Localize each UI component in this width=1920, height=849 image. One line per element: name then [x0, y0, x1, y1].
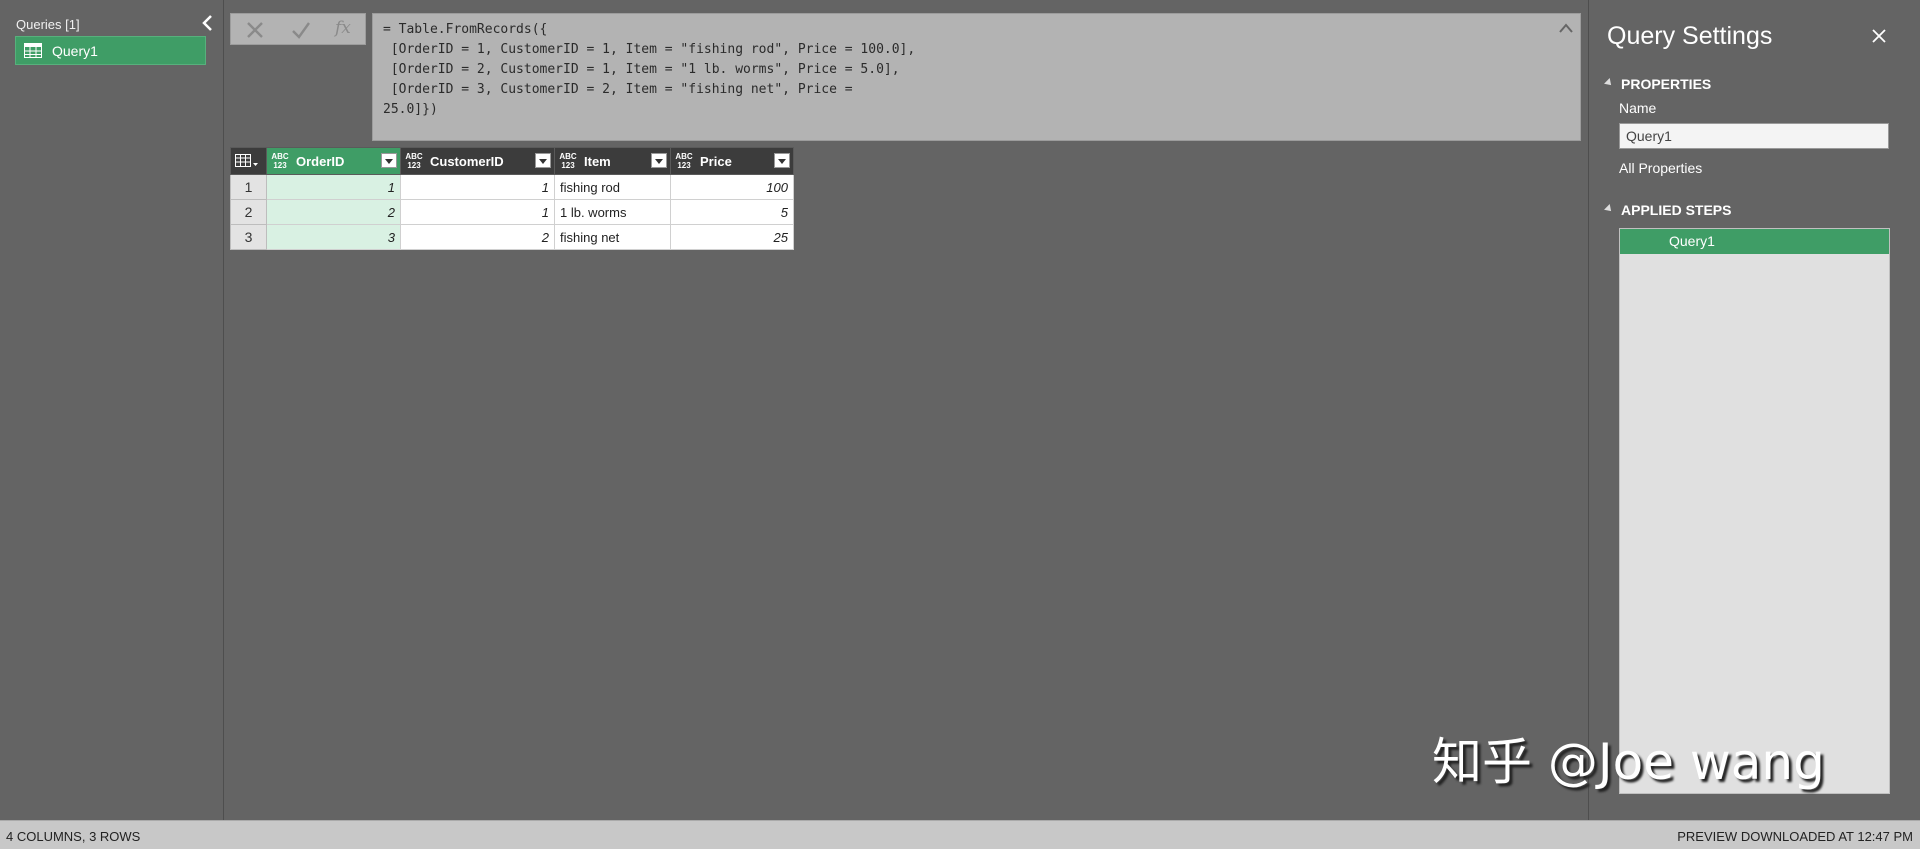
- table-cell[interactable]: 25: [670, 224, 794, 250]
- column-title: Price: [700, 154, 732, 169]
- formula-bar[interactable]: = Table.FromRecords({ [OrderID = 1, Cust…: [372, 13, 1581, 141]
- expand-triangle-icon: [1604, 78, 1614, 89]
- column-header-orderid[interactable]: ABC 123 OrderID: [266, 147, 401, 175]
- column-header-item[interactable]: ABC 123 Item: [554, 147, 671, 175]
- expand-triangle-icon: [1604, 204, 1614, 215]
- cancel-formula-icon[interactable]: [243, 20, 267, 40]
- filter-dropdown-icon[interactable]: [774, 153, 790, 168]
- formula-text[interactable]: = Table.FromRecords({ [OrderID = 1, Cust…: [383, 20, 915, 120]
- query-item-label: Query1: [52, 43, 98, 59]
- table-cell[interactable]: 3: [266, 224, 401, 250]
- table-menu-icon: [235, 154, 258, 167]
- watermark: 知乎 @Joe wang: [1432, 733, 1825, 791]
- any-type-icon[interactable]: ABC 123: [404, 152, 424, 170]
- properties-section-header[interactable]: PROPERTIES: [1604, 76, 1711, 92]
- table-cell[interactable]: 1: [400, 199, 555, 225]
- column-header-customerid[interactable]: ABC 123 CustomerID: [400, 147, 555, 175]
- all-properties-link[interactable]: All Properties: [1619, 160, 1702, 176]
- column-header-price[interactable]: ABC 123 Price: [670, 147, 794, 175]
- column-title: Item: [584, 154, 611, 169]
- table-icon: [24, 43, 42, 58]
- applied-step-label: Query1: [1669, 233, 1715, 249]
- status-bar: 4 COLUMNS, 3 ROWS PREVIEW DOWNLOADED AT …: [0, 820, 1920, 849]
- insert-function-button[interactable]: fx: [335, 18, 351, 38]
- filter-dropdown-icon[interactable]: [535, 153, 551, 168]
- query-item-query1[interactable]: Query1: [15, 36, 206, 65]
- chevron-up-icon[interactable]: [1558, 22, 1574, 34]
- applied-step-item[interactable]: Query1: [1620, 229, 1889, 254]
- table-row: 1 1 1 fishing rod 100: [230, 174, 794, 200]
- queries-pane: Queries [1] Query1: [0, 0, 224, 820]
- query-name-input[interactable]: [1619, 123, 1889, 149]
- queries-header: Queries [1]: [16, 17, 80, 32]
- status-preview-time: PREVIEW DOWNLOADED AT 12:47 PM: [1677, 829, 1913, 844]
- table-cell[interactable]: fishing rod: [554, 174, 671, 200]
- collapse-pane-icon[interactable]: [200, 14, 216, 32]
- close-icon[interactable]: [1871, 28, 1887, 44]
- table-cell[interactable]: 1: [266, 174, 401, 200]
- table-cell[interactable]: 2: [266, 199, 401, 225]
- table-menu-button[interactable]: [230, 147, 267, 175]
- applied-steps-section-header[interactable]: APPLIED STEPS: [1604, 202, 1731, 218]
- commit-formula-icon[interactable]: [289, 20, 313, 40]
- query-settings-pane: Query Settings PROPERTIES Name All Prope…: [1588, 0, 1920, 820]
- table-cell[interactable]: 2: [400, 224, 555, 250]
- table-row: 3 3 2 fishing net 25: [230, 224, 794, 250]
- settings-title: Query Settings: [1607, 22, 1773, 50]
- row-number[interactable]: 1: [230, 174, 267, 200]
- table-cell[interactable]: 5: [670, 199, 794, 225]
- table-cell[interactable]: 1 lb. worms: [554, 199, 671, 225]
- filter-dropdown-icon[interactable]: [381, 153, 397, 168]
- table-cell[interactable]: 100: [670, 174, 794, 200]
- row-number[interactable]: 3: [230, 224, 267, 250]
- table-cell[interactable]: fishing net: [554, 224, 671, 250]
- formula-controls: fx: [230, 13, 366, 45]
- table-cell[interactable]: 1: [400, 174, 555, 200]
- any-type-icon[interactable]: ABC 123: [558, 152, 578, 170]
- table-row: 2 2 1 1 lb. worms 5: [230, 199, 794, 225]
- filter-dropdown-icon[interactable]: [651, 153, 667, 168]
- any-type-icon[interactable]: ABC 123: [674, 152, 694, 170]
- data-grid: ABC 123 OrderID ABC 123 CustomerID ABC 123 …: [230, 147, 794, 250]
- name-label: Name: [1619, 100, 1657, 116]
- row-number[interactable]: 2: [230, 199, 267, 225]
- applied-steps-list: Query1: [1619, 228, 1890, 794]
- column-title: CustomerID: [430, 154, 504, 169]
- column-title: OrderID: [296, 154, 345, 169]
- any-type-icon[interactable]: ABC 123: [270, 152, 290, 170]
- status-row-count: 4 COLUMNS, 3 ROWS: [6, 829, 141, 844]
